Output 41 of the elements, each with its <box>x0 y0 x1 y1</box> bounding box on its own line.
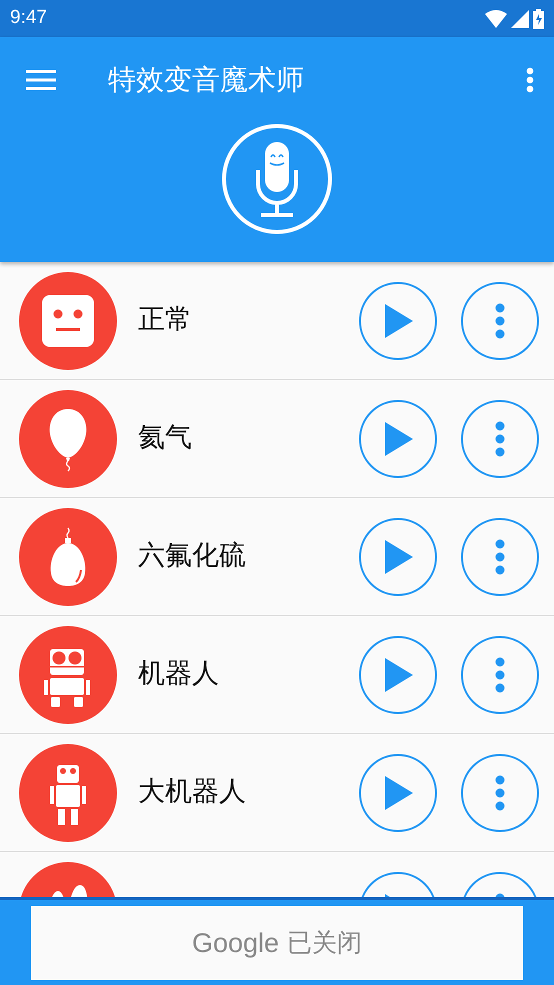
effect-avatar-icon <box>18 624 118 724</box>
battery-icon <box>533 8 544 28</box>
play-icon <box>383 658 413 692</box>
menu-icon[interactable] <box>26 69 56 91</box>
status-time: 9:47 <box>10 6 47 30</box>
play-icon <box>383 540 413 574</box>
effect-avatar-icon <box>18 506 118 606</box>
play-icon <box>383 304 413 338</box>
more-button[interactable] <box>461 754 539 832</box>
app-title: 特效变音魔术师 <box>108 62 305 98</box>
effect-avatar-icon <box>18 270 118 370</box>
more-icon <box>495 538 505 574</box>
play-button[interactable] <box>359 282 437 360</box>
more-button[interactable] <box>461 282 539 360</box>
wifi-icon <box>485 10 507 28</box>
play-button[interactable] <box>359 636 437 714</box>
play-icon <box>383 776 413 810</box>
play-icon <box>383 422 413 456</box>
effect-name: 大机器人 <box>138 775 247 810</box>
effect-name: 氦气 <box>138 421 193 456</box>
more-icon[interactable] <box>526 67 534 93</box>
play-button[interactable] <box>359 400 437 478</box>
play-button[interactable] <box>359 518 437 596</box>
more-icon <box>495 656 505 692</box>
ad-banner[interactable]: Google 已关闭 <box>31 906 523 980</box>
more-icon <box>495 774 505 810</box>
effect-name: 六氟化硫 <box>138 539 247 574</box>
more-button[interactable] <box>461 636 539 714</box>
effect-avatar-icon <box>18 742 118 842</box>
effect-name: 正常 <box>138 303 193 338</box>
more-button[interactable] <box>461 400 539 478</box>
ad-text: 已关闭 <box>287 927 362 960</box>
ad-brand: Google <box>192 926 280 960</box>
more-icon <box>495 302 505 338</box>
play-button[interactable] <box>359 754 437 832</box>
signal-icon <box>511 10 529 28</box>
effect-name: 机器人 <box>138 657 220 692</box>
effect-avatar-icon <box>18 388 118 488</box>
more-icon <box>495 420 505 456</box>
microphone-button[interactable] <box>221 123 333 235</box>
more-button[interactable] <box>461 518 539 596</box>
